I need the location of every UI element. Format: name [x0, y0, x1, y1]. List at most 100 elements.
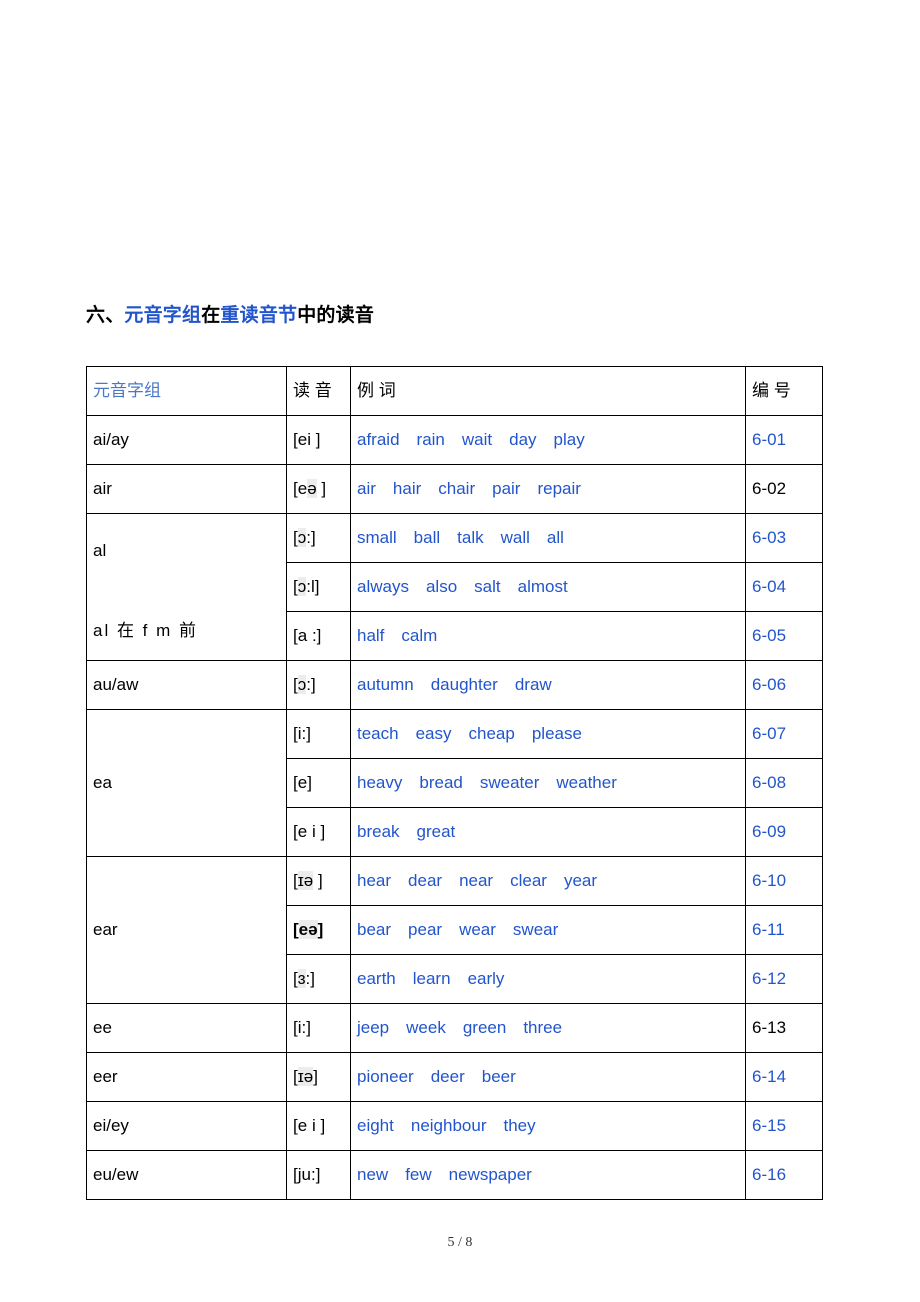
example-word: day: [509, 430, 537, 449]
example-words-list: always also salt almost: [357, 577, 568, 596]
audio-code: 6-13: [752, 1018, 787, 1037]
audio-code[interactable]: 6-16: [752, 1165, 786, 1184]
audio-code[interactable]: 6-07: [752, 724, 786, 743]
example-word: new: [357, 1165, 389, 1184]
table-row: au/aw [ɔ:] autumn daughter draw 6-06: [86, 660, 823, 710]
example-word: clear: [510, 871, 547, 890]
vowel-group-cell: al al 在 f m 前: [86, 513, 287, 661]
example-words-list: break great: [357, 822, 455, 841]
audio-code[interactable]: 6-01: [752, 430, 786, 449]
example-word: always: [357, 577, 409, 596]
table-row: eu/ew [ju:] new few newspaper 6-16: [86, 1150, 823, 1200]
vowel-group-cell: ai/ay: [86, 415, 287, 465]
example-word: early: [467, 969, 505, 988]
example-words-cell: earth learn early: [350, 954, 746, 1004]
audio-code-cell: 6-04: [745, 562, 823, 612]
audio-code[interactable]: 6-04: [752, 577, 786, 596]
example-word: talk: [457, 528, 484, 547]
example-word: ball: [413, 528, 441, 547]
table-row: ea [i:] teach easy cheap please 6-07: [86, 709, 823, 857]
example-word: also: [425, 577, 458, 596]
example-words-cell: bear pear wear swear: [350, 905, 746, 955]
example-words-list: pioneer deer beer: [357, 1067, 516, 1086]
phonetic-symbol-cell: [a :]: [286, 611, 351, 661]
example-word: week: [406, 1018, 446, 1037]
phonetic-symbol-cell: [eə ]: [286, 464, 351, 514]
example-words-list: hear dear near clear year: [357, 871, 597, 890]
example-word: pioneer: [357, 1067, 414, 1086]
example-word: wait: [461, 430, 493, 449]
example-words-cell: pioneer deer beer: [350, 1052, 746, 1102]
example-words-list: jeep week green three: [357, 1018, 562, 1037]
vowel-group-cell: ear: [86, 856, 287, 1004]
example-word: sweater: [479, 773, 540, 792]
phonetic-symbol-cell: [ɔ:]: [286, 660, 351, 710]
vowel-group-label: ea: [93, 773, 112, 792]
example-word: jeep: [357, 1018, 390, 1037]
audio-code[interactable]: 6-12: [752, 969, 786, 988]
example-word: chair: [438, 479, 476, 498]
audio-code-cell: 6-15: [745, 1101, 823, 1151]
audio-code-cell: 6-05: [745, 611, 823, 661]
vowel-group-label: ee: [93, 1018, 112, 1037]
phonetic-symbol-cell: [i:]: [286, 709, 351, 759]
audio-code-cell: 6-13: [745, 1003, 823, 1053]
audio-code-cell: 6-12: [745, 954, 823, 1004]
audio-code-cell: 6-03: [745, 513, 823, 563]
table-header-code-label: 编 号: [752, 381, 791, 400]
example-words-list: earth learn early: [357, 969, 504, 988]
audio-code[interactable]: 6-11: [752, 920, 785, 939]
audio-code[interactable]: 6-14: [752, 1067, 786, 1086]
audio-code[interactable]: 6-06: [752, 675, 786, 694]
example-word: green: [462, 1018, 507, 1037]
example-words-cell: jeep week green three: [350, 1003, 746, 1053]
audio-code[interactable]: 6-08: [752, 773, 786, 792]
audio-code[interactable]: 6-09: [752, 822, 786, 841]
example-word: break: [357, 822, 400, 841]
audio-code[interactable]: 6-15: [752, 1116, 786, 1135]
example-word: play: [553, 430, 585, 449]
example-words-cell: hear dear near clear year: [350, 856, 746, 906]
audio-code-cell: 6-08: [745, 758, 823, 808]
example-words-list: small ball talk wall all: [357, 528, 564, 547]
example-words-cell: autumn daughter draw: [350, 660, 746, 710]
phonetic-symbol-cell: [i:]: [286, 1003, 351, 1053]
example-word: eight: [357, 1116, 394, 1135]
table-row: eer [ɪə] pioneer deer beer 6-14: [86, 1052, 823, 1102]
audio-code-cell: 6-11: [745, 905, 823, 955]
example-words-cell: air hair chair pair repair: [350, 464, 746, 514]
vowel-group-cell: au/aw: [86, 660, 287, 710]
heading-part-pronunciation: 中的读音: [297, 305, 375, 326]
example-word: heavy: [357, 773, 403, 792]
table-body: 元音字组 读 音 例 词 编 号 ai/ay [ei ] afraid rain wait day…: [86, 366, 823, 1200]
audio-code[interactable]: 6-03: [752, 528, 786, 547]
example-word: easy: [415, 724, 452, 743]
audio-code-cell: 6-10: [745, 856, 823, 906]
audio-code[interactable]: 6-10: [752, 871, 786, 890]
heading-part-zai: 在: [201, 305, 221, 326]
example-words-list: afraid rain wait day play: [357, 430, 585, 449]
table-header-sound-label: 读 音: [293, 381, 332, 400]
example-word: deer: [430, 1067, 465, 1086]
example-word: weather: [556, 773, 617, 792]
example-word: small: [357, 528, 397, 547]
audio-code: 6-02: [752, 479, 787, 498]
table-row: al al 在 f m 前 [ɔ:] small ball talk wall all 6-03: [86, 513, 823, 661]
example-word: they: [503, 1116, 536, 1135]
table-header-row: 元音字组 读 音 例 词 编 号: [86, 366, 823, 416]
example-words-cell: always also salt almost: [350, 562, 746, 612]
audio-code-cell: 6-02: [745, 464, 823, 514]
vowel-group-cell: air: [86, 464, 287, 514]
audio-code-cell: 6-01: [745, 415, 823, 465]
audio-code[interactable]: 6-05: [752, 626, 786, 645]
phonetic-symbol-cell: [ei ]: [286, 415, 351, 465]
example-word: half: [357, 626, 385, 645]
table-header-words: 例 词: [350, 366, 746, 416]
table-header-group-label: 元音字组: [93, 381, 161, 400]
table-row: ei/ey [e i ] eight neighbour they 6-15: [86, 1101, 823, 1151]
example-words-list: heavy bread sweater weather: [357, 773, 617, 792]
vowel-group-label: air: [93, 479, 112, 498]
example-word: teach: [357, 724, 399, 743]
example-word: bread: [419, 773, 463, 792]
table-row: ai/ay [ei ] afraid rain wait day play 6-01: [86, 415, 823, 465]
